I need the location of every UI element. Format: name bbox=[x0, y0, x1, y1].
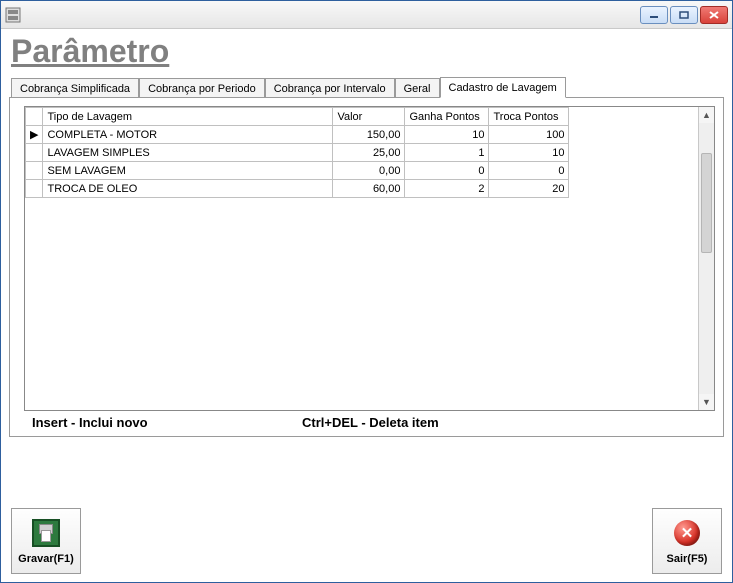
bottom-toolbar: Gravar(F1) ✕ Sair(F5) bbox=[9, 508, 724, 574]
grid-lavagem[interactable]: Tipo de Lavagem Valor Ganha Pontos Troca… bbox=[24, 106, 715, 411]
table-row[interactable]: ▶COMPLETA - MOTOR150,0010100 bbox=[26, 126, 569, 144]
tab-cobranca-simplificada[interactable]: Cobrança Simplificada bbox=[11, 78, 139, 98]
table-row[interactable]: SEM LAVAGEM0,0000 bbox=[26, 162, 569, 180]
scroll-thumb[interactable] bbox=[701, 153, 712, 253]
grid-header-row: Tipo de Lavagem Valor Ganha Pontos Troca… bbox=[26, 108, 569, 126]
tab-cobranca-intervalo[interactable]: Cobrança por Intervalo bbox=[265, 78, 395, 98]
scroll-up-arrow-icon[interactable]: ▲ bbox=[699, 107, 714, 123]
exit-button-label: Sair(F5) bbox=[667, 553, 708, 565]
cell-valor[interactable]: 0,00 bbox=[333, 162, 405, 180]
hint-delete: Ctrl+DEL - Deleta item bbox=[302, 415, 439, 430]
close-icon: ✕ bbox=[671, 517, 703, 549]
tabstrip: Cobrança Simplificada Cobrança por Perio… bbox=[11, 76, 724, 97]
cell-ganha[interactable]: 1 bbox=[405, 144, 489, 162]
grid-header-valor[interactable]: Valor bbox=[333, 108, 405, 126]
tab-cadastro-lavagem[interactable]: Cadastro de Lavagem bbox=[440, 77, 566, 98]
cell-valor[interactable]: 60,00 bbox=[333, 180, 405, 198]
table-row[interactable]: TROCA DE OLEO60,00220 bbox=[26, 180, 569, 198]
grid-header-ganha[interactable]: Ganha Pontos bbox=[405, 108, 489, 126]
table-row[interactable]: LAVAGEM SIMPLES25,00110 bbox=[26, 144, 569, 162]
cell-troca[interactable]: 20 bbox=[489, 180, 569, 198]
save-button-label: Gravar(F1) bbox=[18, 553, 74, 565]
app-icon bbox=[5, 7, 21, 23]
client-area: Parâmetro Cobrança Simplificada Cobrança… bbox=[1, 29, 732, 582]
grid-header-troca[interactable]: Troca Pontos bbox=[489, 108, 569, 126]
cell-tipo[interactable]: LAVAGEM SIMPLES bbox=[43, 144, 333, 162]
cell-troca[interactable]: 10 bbox=[489, 144, 569, 162]
cell-ganha[interactable]: 10 bbox=[405, 126, 489, 144]
cell-valor[interactable]: 25,00 bbox=[333, 144, 405, 162]
exit-button[interactable]: ✕ Sair(F5) bbox=[652, 508, 722, 574]
cell-ganha[interactable]: 2 bbox=[405, 180, 489, 198]
window-buttons bbox=[640, 6, 728, 24]
cell-troca[interactable]: 0 bbox=[489, 162, 569, 180]
grid-header-tipo[interactable]: Tipo de Lavagem bbox=[43, 108, 333, 126]
grid-header-marker bbox=[26, 108, 43, 126]
keyboard-hints: Insert - Inclui novo Ctrl+DEL - Deleta i… bbox=[32, 415, 713, 430]
titlebar bbox=[1, 1, 732, 29]
tab-cobranca-periodo[interactable]: Cobrança por Periodo bbox=[139, 78, 265, 98]
cell-tipo[interactable]: COMPLETA - MOTOR bbox=[43, 126, 333, 144]
cell-tipo[interactable]: TROCA DE OLEO bbox=[43, 180, 333, 198]
cell-ganha[interactable]: 0 bbox=[405, 162, 489, 180]
hint-insert: Insert - Inclui novo bbox=[32, 415, 302, 430]
save-button[interactable]: Gravar(F1) bbox=[11, 508, 81, 574]
close-button[interactable] bbox=[700, 6, 728, 24]
page-title: Parâmetro bbox=[11, 33, 724, 70]
floppy-icon bbox=[30, 517, 62, 549]
scroll-track[interactable] bbox=[699, 123, 714, 394]
cell-valor[interactable]: 150,00 bbox=[333, 126, 405, 144]
row-marker bbox=[26, 162, 43, 180]
maximize-button[interactable] bbox=[670, 6, 698, 24]
scroll-down-arrow-icon[interactable]: ▼ bbox=[699, 394, 714, 410]
row-marker bbox=[26, 180, 43, 198]
tabpanel-cadastro-lavagem: Tipo de Lavagem Valor Ganha Pontos Troca… bbox=[9, 97, 724, 437]
row-marker bbox=[26, 144, 43, 162]
cell-troca[interactable]: 100 bbox=[489, 126, 569, 144]
row-marker: ▶ bbox=[26, 126, 43, 144]
minimize-button[interactable] bbox=[640, 6, 668, 24]
window-frame: Parâmetro Cobrança Simplificada Cobrança… bbox=[0, 0, 733, 583]
grid-vertical-scrollbar[interactable]: ▲ ▼ bbox=[698, 107, 714, 410]
tab-geral[interactable]: Geral bbox=[395, 78, 440, 98]
cell-tipo[interactable]: SEM LAVAGEM bbox=[43, 162, 333, 180]
